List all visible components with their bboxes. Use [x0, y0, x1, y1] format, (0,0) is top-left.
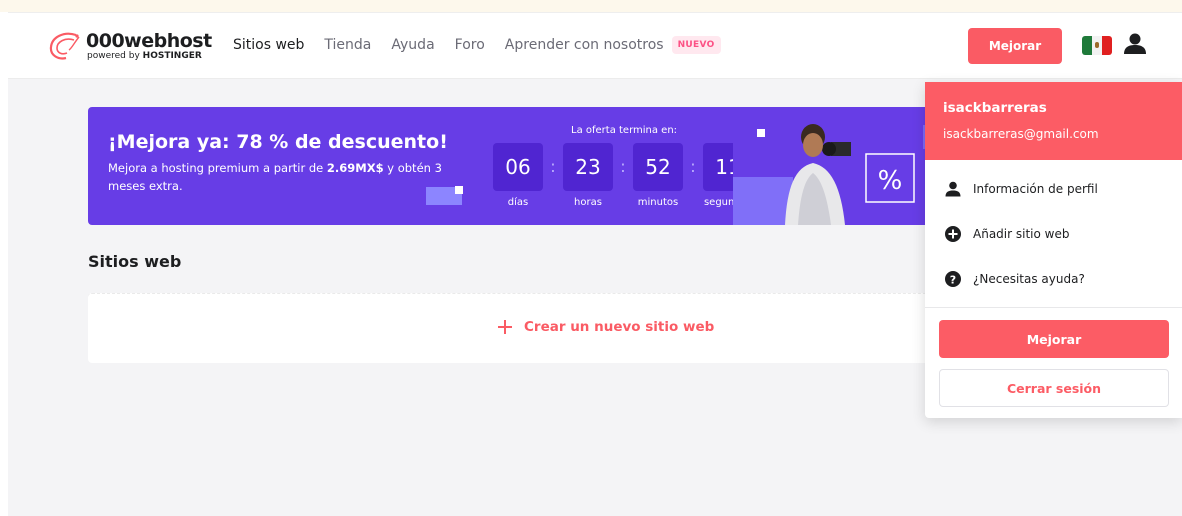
menu-item-profile[interactable]: Información de perfil [945, 181, 1098, 197]
timer-separator: : [550, 157, 556, 176]
offer-countdown-label: La oferta termina en: [571, 125, 678, 136]
menu-item-add-site[interactable]: Añadir sitio web [945, 226, 1069, 242]
upgrade-button[interactable]: Mejorar [968, 28, 1062, 64]
timer-hours: 23 horas [563, 143, 613, 208]
plus-circle-icon [945, 226, 961, 242]
timer-hours-value: 23 [563, 143, 613, 191]
brand-name: 000webhost [86, 30, 212, 52]
account-dropdown: isackbarreras isackbarreras@gmail.com In… [925, 82, 1182, 418]
timer-minutes: 52 minutos [633, 143, 683, 208]
main-nav: Sitios web Tienda Ayuda Foro Aprender co… [233, 36, 721, 54]
menu-item-label: Añadir sitio web [973, 227, 1070, 241]
top-strip [0, 0, 1182, 12]
brand-tagline: powered by HOSTINGER [87, 51, 202, 61]
svg-text:%: % [878, 166, 903, 196]
powered-by-text: powered by [87, 51, 140, 61]
promo-price: 2.69MX$ [326, 161, 384, 175]
menu-item-label: Información de perfil [973, 182, 1098, 196]
timer-separator: : [690, 157, 696, 176]
nav-sitios-web[interactable]: Sitios web [233, 37, 304, 53]
user-icon[interactable] [1124, 32, 1146, 56]
menu-divider [925, 307, 1182, 308]
nav-aprender[interactable]: Aprender con nosotros [505, 37, 664, 53]
decorative-dot [455, 186, 463, 194]
svg-text:?: ? [950, 273, 956, 286]
create-site-button[interactable]: Crear un nuevo sitio web [498, 319, 714, 335]
account-header: isackbarreras isackbarreras@gmail.com [925, 82, 1182, 160]
logo-swirl-icon [49, 32, 80, 60]
timer-hours-label: horas [574, 197, 602, 208]
promo-title: ¡Mejora ya: 78 % de descuento! [108, 131, 448, 153]
timer-days-label: días [507, 197, 529, 208]
promo-banner[interactable]: ¡Mejora ya: 78 % de descuento! Mejora a … [88, 107, 948, 225]
timer-separator: : [620, 157, 626, 176]
promo-text: Mejora a hosting premium a partir de 2.6… [108, 159, 448, 195]
new-badge: NUEVO [671, 36, 721, 54]
nav-foro[interactable]: Foro [455, 37, 485, 53]
timer-minutes-label: minutos [637, 197, 679, 208]
nav-ayuda[interactable]: Ayuda [391, 37, 434, 53]
promo-text-before: Mejora a hosting premium a partir de [108, 161, 327, 175]
user-icon [945, 181, 961, 197]
create-site-card: Crear un nuevo sitio web [88, 293, 948, 363]
top-navbar: 000webhost powered by HOSTINGER Sitios w… [8, 13, 1182, 79]
account-username: isackbarreras [943, 100, 1047, 116]
section-title: Sitios web [88, 252, 182, 271]
menu-item-label: ¿Necesitas ayuda? [973, 272, 1085, 286]
menu-upgrade-button[interactable]: Mejorar [939, 320, 1169, 358]
powered-by-brand: HOSTINGER [142, 51, 202, 61]
account-email: isackbarreras@gmail.com [943, 127, 1099, 141]
plus-icon [498, 320, 512, 334]
timer-days: 06 días [493, 143, 543, 208]
logout-button[interactable]: Cerrar sesión [939, 369, 1169, 407]
countdown-timer: 06 días : 23 horas : 52 minutos : 11 seg… [493, 143, 753, 208]
timer-minutes-value: 52 [633, 143, 683, 191]
help-circle-icon: ? [945, 271, 961, 287]
promo-hero-image: % [733, 107, 948, 225]
nav-tienda[interactable]: Tienda [324, 37, 371, 53]
menu-item-help[interactable]: ? ¿Necesitas ayuda? [945, 271, 1085, 287]
create-site-label: Crear un nuevo sitio web [524, 319, 715, 335]
timer-days-value: 06 [493, 143, 543, 191]
brand-logo[interactable]: 000webhost powered by HOSTINGER [46, 29, 212, 63]
mexico-flag-icon[interactable] [1082, 36, 1112, 55]
